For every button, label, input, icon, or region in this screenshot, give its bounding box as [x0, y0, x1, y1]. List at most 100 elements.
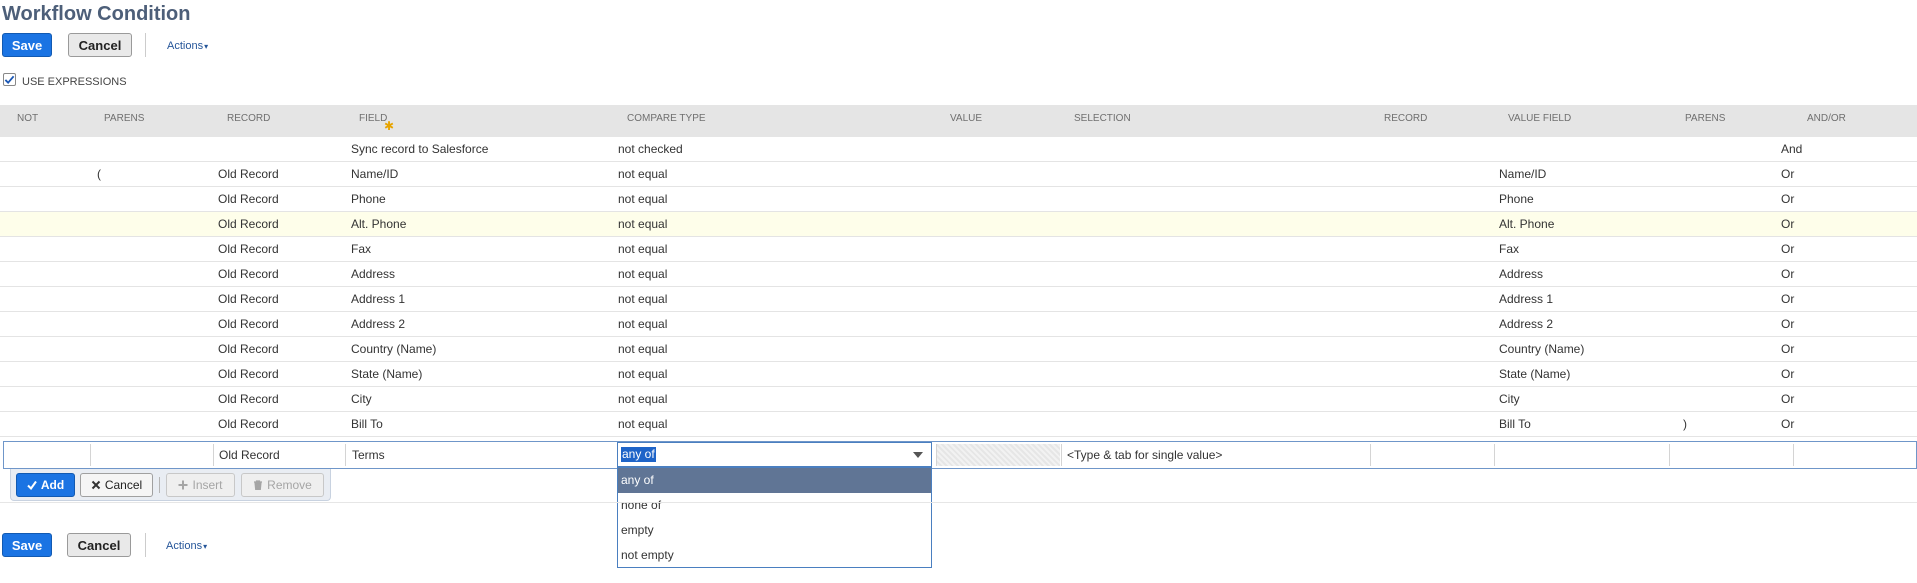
col-divider	[1494, 444, 1495, 466]
cell-field: City	[351, 392, 372, 406]
cell-compare-type: not equal	[618, 367, 668, 381]
cell-field: Sync record to Salesforce	[351, 142, 489, 156]
compare-option-any-of[interactable]: any of	[618, 468, 931, 493]
cell-compare-type: not equal	[618, 167, 668, 181]
table-row[interactable]: Old Record Phone not equal Phone Or	[0, 187, 1917, 212]
check-icon	[27, 480, 37, 490]
cancel-row-label: Cancel	[104, 478, 143, 492]
controls-divider	[159, 477, 160, 493]
cell-and-or: Or	[1781, 317, 1795, 331]
dropdown-arrow-icon[interactable]	[913, 452, 923, 459]
table-row[interactable]: Sync record to Salesforce not checked And	[0, 137, 1917, 162]
col-header-not: NOT	[17, 113, 39, 124]
cell-record: Old Record	[218, 292, 279, 306]
cell-record: Old Record	[218, 392, 279, 406]
cell-record: Old Record	[218, 417, 279, 431]
table-row[interactable]: Old Record City not equal City Or	[0, 387, 1917, 412]
cancel-button-bottom[interactable]: Cancel	[67, 533, 131, 557]
table-row[interactable]: Old Record Address not equal Address Or	[0, 262, 1917, 287]
use-expressions-checkbox[interactable]	[3, 73, 16, 86]
add-row-button[interactable]: Add	[16, 473, 75, 497]
table-row[interactable]: Old Record State (Name) not equal State (Na…	[0, 362, 1917, 387]
compare-type-select[interactable]: any of	[617, 442, 932, 467]
cell-field: Bill To	[351, 417, 383, 431]
table-row[interactable]: Old Record Fax not equal Fax Or	[0, 237, 1917, 262]
actions-label: Actions	[167, 40, 204, 52]
cell-field: Phone	[351, 192, 386, 206]
cell-compare-type: not equal	[618, 192, 668, 206]
cell-compare-type: not equal	[618, 267, 668, 281]
table-row[interactable]: Old Record Bill To not equal Bill To) Or	[0, 412, 1917, 437]
cancel-row-button[interactable]: Cancel	[80, 473, 153, 497]
cell-record: Old Record	[218, 192, 279, 206]
plus-icon	[178, 480, 188, 490]
cell-field: Alt. Phone	[351, 217, 407, 231]
compare-option-empty[interactable]: empty	[618, 518, 931, 543]
row-controls-bar: Add Cancel Insert Remove	[10, 469, 331, 501]
col-header-compare-type: COMPARE TYPE	[627, 113, 706, 124]
cell-compare-type: not equal	[618, 417, 668, 431]
remove-row-button[interactable]: Remove	[241, 473, 324, 497]
cell-field: Address 2	[351, 317, 406, 331]
selection-input[interactable]: <Type & tab for single value>	[1067, 442, 1222, 468]
cell-field: State (Name)	[351, 367, 423, 381]
cell-and-or: Or	[1781, 342, 1795, 356]
cell-record: Old Record	[218, 267, 279, 281]
cell-field: Address 1	[351, 292, 406, 306]
table-row[interactable]: Old Record Address 1 not equal Address 1 Or	[0, 287, 1917, 312]
cell-compare-type: not equal	[618, 317, 668, 331]
cell-field: Fax	[351, 242, 372, 256]
cell-compare-type: not checked	[618, 142, 683, 156]
cell-value-field: Address	[1499, 267, 1544, 281]
cell-record: Old Record	[218, 317, 279, 331]
cell-compare-type: not equal	[618, 217, 668, 231]
cell-record: Old Record	[218, 167, 279, 181]
insert-row-button[interactable]: Insert	[166, 473, 235, 497]
section-divider	[0, 502, 1917, 503]
cancel-button[interactable]: Cancel	[68, 33, 132, 57]
cell-field: Address	[351, 267, 396, 281]
actions-menu[interactable]: Actions▾	[167, 40, 208, 52]
trash-icon	[254, 480, 263, 490]
cell-value-field: Name/ID	[1499, 167, 1547, 181]
cell-and-or: Or	[1781, 367, 1795, 381]
cell-value-field: City	[1499, 392, 1520, 406]
col-divider	[1061, 444, 1062, 466]
edit-row[interactable]: Old Record Terms <Type & tab for single …	[3, 441, 1917, 469]
col-header-value: VALUE	[950, 113, 983, 124]
table-row[interactable]: Old Record Address 2 not equal Address 2 Or	[0, 312, 1917, 337]
cell-compare-type: not equal	[618, 242, 668, 256]
cell-parens-2: )	[1683, 417, 1687, 431]
save-button[interactable]: Save	[2, 33, 52, 57]
cell-value-field: Bill To	[1499, 417, 1531, 431]
cell-and-or: Or	[1781, 217, 1795, 231]
cell-field: Name/ID	[351, 167, 399, 181]
edit-field-input[interactable]: Terms	[352, 442, 385, 468]
cell-value-field: Fax	[1499, 242, 1520, 256]
close-icon	[91, 480, 101, 490]
remove-row-label: Remove	[267, 478, 312, 492]
col-divider	[345, 444, 346, 466]
col-divider	[90, 444, 91, 466]
col-header-value-field: VALUE FIELD	[1508, 113, 1572, 124]
compare-option-none-of[interactable]: none of	[618, 493, 931, 518]
save-button-bottom[interactable]: Save	[2, 533, 52, 557]
cell-and-or: Or	[1781, 267, 1795, 281]
cell-and-or: Or	[1781, 242, 1795, 256]
toolbar-divider	[145, 33, 146, 57]
insert-row-label: Insert	[192, 478, 223, 492]
actions-menu-bottom[interactable]: Actions▾	[166, 540, 207, 552]
cell-and-or: Or	[1781, 292, 1795, 306]
cell-and-or: Or	[1781, 167, 1795, 181]
add-row-label: Add	[40, 478, 65, 492]
caret-down-icon: ▾	[203, 542, 208, 551]
cell-compare-type: not equal	[618, 292, 668, 306]
edit-record-field[interactable]: Old Record	[219, 442, 280, 468]
cell-value-field: Alt. Phone	[1499, 217, 1555, 231]
table-row[interactable]: Old Record Country (Name) not equal Country…	[0, 337, 1917, 362]
cell-and-or: And	[1781, 142, 1803, 156]
cell-record: Old Record	[218, 242, 279, 256]
table-row[interactable]: (Old Record Name/ID not equal Name/ID Or	[0, 162, 1917, 187]
compare-option-not-empty[interactable]: not empty	[618, 543, 931, 568]
table-row[interactable]: Old Record Alt. Phone not equal Alt. Phone O…	[0, 212, 1917, 237]
